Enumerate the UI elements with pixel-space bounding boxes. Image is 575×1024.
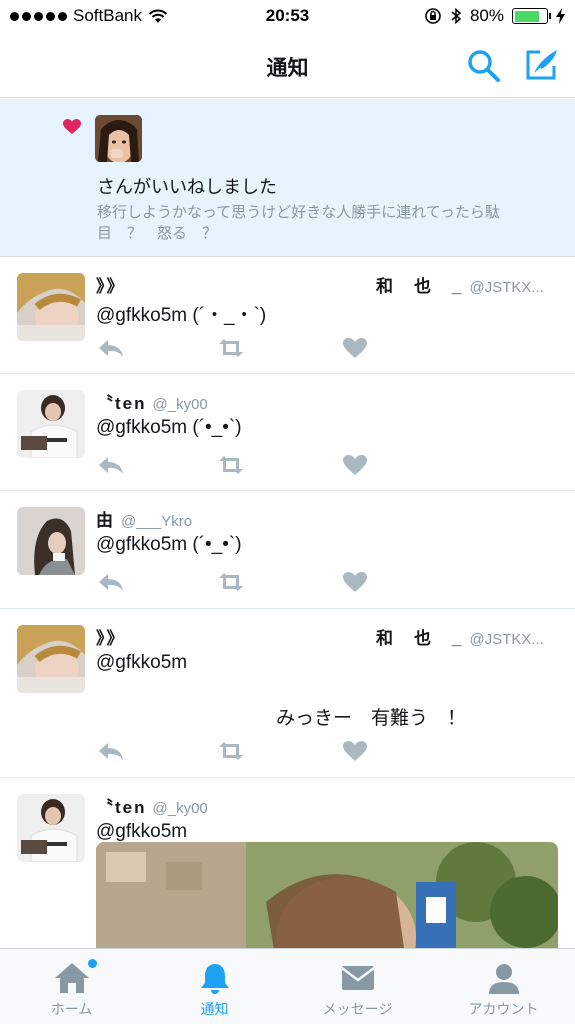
like-heart-icon[interactable]: [340, 452, 370, 478]
list-item[interactable]: 》》 和 也 _ @JSTKX... @gfkko5m (´・_・`): [0, 257, 575, 374]
charging-icon: [556, 8, 565, 24]
tab-home[interactable]: ホーム: [0, 949, 143, 1024]
avatar[interactable]: [17, 390, 85, 458]
like-heart-icon[interactable]: [340, 335, 370, 361]
avatar[interactable]: [17, 273, 85, 341]
retweet-icon[interactable]: [216, 335, 246, 361]
tab-messages[interactable]: メッセージ: [286, 949, 429, 1024]
list-item[interactable]: 》》 和 也 _ @JSTKX... @gfkko5m みっきー 有難う ！: [0, 609, 575, 778]
display-name[interactable]: 》》: [96, 629, 126, 648]
avatar[interactable]: [17, 507, 85, 575]
display-name[interactable]: 〝ten: [96, 798, 147, 817]
handle[interactable]: @_ky00: [153, 396, 208, 413]
tweet-text: @gfkko5m: [96, 652, 188, 673]
like-notification[interactable]: さんがいいねしました 移行しようかなって思うけど好きな人勝手に連れてったら駄目 …: [0, 99, 575, 257]
avatar[interactable]: [95, 115, 142, 162]
avatar[interactable]: [17, 625, 85, 693]
tab-label: 通知: [200, 1001, 229, 1017]
unread-dot: [88, 959, 97, 968]
tweet-header: 〝ten @_ky00: [96, 389, 208, 414]
list-item[interactable]: 由 @___Ykro @gfkko5m (´•_•`): [0, 491, 575, 609]
retweet-icon[interactable]: [216, 569, 246, 595]
notification-text: さんがいいねしました: [97, 177, 277, 197]
tweet-header: 》》: [96, 624, 126, 649]
tweet-header-right: 和 也 _ @JSTKX...: [376, 624, 544, 649]
bluetooth-icon: [451, 7, 462, 25]
tweet-header: 》》: [96, 272, 126, 297]
list-item[interactable]: 〝ten @_ky00 @gfkko5m: [0, 778, 575, 962]
tweet-text: @gfkko5m (´•_•`): [96, 417, 242, 438]
person-icon: [488, 964, 519, 994]
tweet-header: 〝ten @_ky00: [96, 793, 208, 818]
tweet-actions: [96, 452, 396, 478]
battery-icon: [512, 8, 551, 24]
reply-icon[interactable]: [96, 452, 126, 478]
display-name[interactable]: 由: [96, 511, 115, 530]
home-icon: [54, 963, 89, 993]
reply-icon[interactable]: [96, 738, 126, 764]
quoted-tweet-text: 移行しようかなって思うけど好きな人勝手に連れてったら駄目 ？ 怒る ？: [97, 204, 500, 242]
tweet-actions: [96, 335, 396, 361]
like-heart-icon[interactable]: [340, 569, 370, 595]
tab-label: アカウント: [468, 1001, 539, 1017]
retweet-icon[interactable]: [216, 738, 246, 764]
handle[interactable]: @___Ykro: [121, 513, 192, 530]
compose-tweet-icon[interactable]: [524, 46, 560, 82]
status-bar: SoftBank 20:53 80%: [0, 0, 575, 34]
display-name[interactable]: 〝ten: [96, 394, 147, 413]
reply-icon[interactable]: [96, 335, 126, 361]
heart-icon: [63, 119, 81, 134]
handle[interactable]: @JSTKX...: [469, 279, 543, 296]
navigation-bar: 通知: [0, 34, 575, 98]
display-name[interactable]: 》》: [96, 277, 126, 296]
tab-bar: ホーム 通知 メッセージ アカウント: [0, 948, 575, 1024]
bell-icon: [200, 964, 229, 994]
tab-label: ホーム: [50, 1001, 93, 1017]
tab-notifications[interactable]: 通知: [143, 949, 286, 1024]
tweet-photo[interactable]: [96, 842, 558, 962]
list-item[interactable]: 〝ten @_ky00 @gfkko5m (´•_•`): [0, 374, 575, 491]
tweet-text: @gfkko5m: [96, 821, 188, 842]
like-heart-icon[interactable]: [340, 738, 370, 764]
tweet-header-right: 和 也 _ @JSTKX...: [376, 272, 544, 297]
reply-icon[interactable]: [96, 569, 126, 595]
tweet-actions: [96, 569, 396, 595]
envelope-icon: [340, 966, 375, 990]
display-name-suffix[interactable]: 和 也 _: [376, 629, 463, 648]
tab-account[interactable]: アカウント: [432, 949, 575, 1024]
tweet-actions: [96, 738, 396, 764]
handle[interactable]: @_ky00: [153, 800, 208, 817]
avatar[interactable]: [17, 794, 85, 862]
handle[interactable]: @JSTKX...: [469, 631, 543, 648]
rotation-lock-icon: [425, 8, 441, 24]
battery-percent: 80%: [469, 6, 504, 25]
tweet-text: @gfkko5m (´・_・`): [96, 305, 267, 326]
tab-label: メッセージ: [322, 1001, 393, 1017]
search-icon[interactable]: [466, 48, 502, 84]
tweet-text: @gfkko5m (´•_•`): [96, 534, 242, 555]
tweet-text-line2: みっきー 有難う ！: [276, 708, 467, 729]
display-name-suffix[interactable]: 和 也 _: [376, 277, 463, 296]
tweet-header: 由 @___Ykro: [96, 506, 192, 531]
retweet-icon[interactable]: [216, 452, 246, 478]
